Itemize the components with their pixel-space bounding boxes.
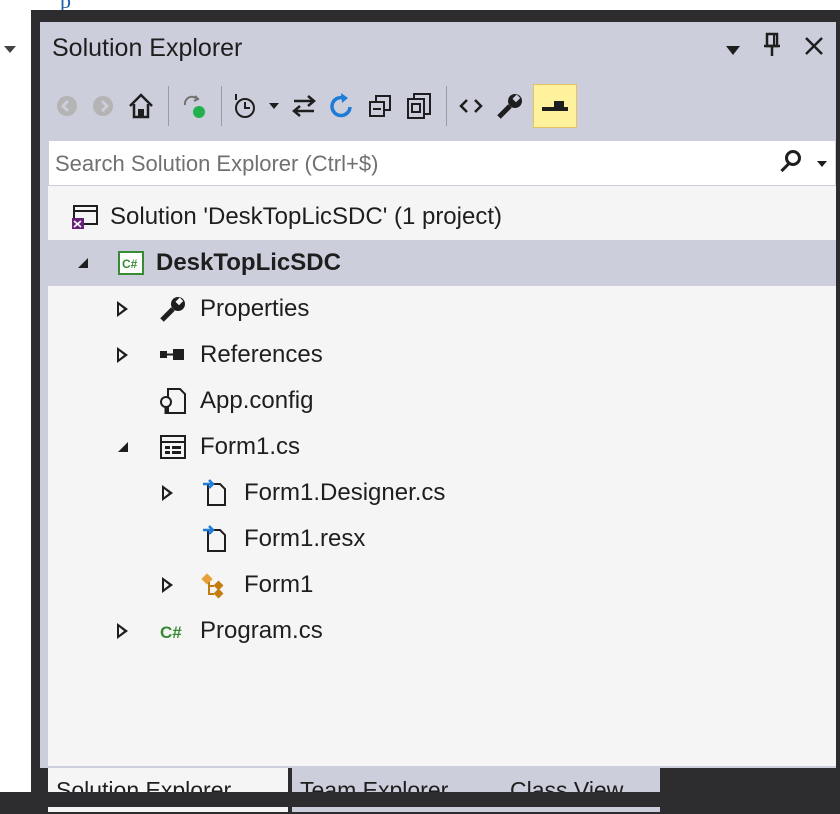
tree-item-label: Form1 (244, 571, 314, 598)
switch-views-icon[interactable] (177, 85, 211, 127)
collapsed-arrow-icon[interactable] (158, 575, 178, 595)
tree-item-app-config[interactable]: App.config (48, 378, 836, 424)
close-icon[interactable] (804, 35, 824, 63)
window-position-dropdown-icon[interactable] (726, 46, 740, 55)
search-input[interactable]: Search Solution Explorer (Ctrl+$) (48, 140, 836, 186)
dependent-file-icon (200, 524, 230, 554)
title-icons (726, 32, 824, 65)
tree-item-label: Form1.cs (200, 433, 301, 460)
references-icon (158, 340, 188, 370)
collapsed-arrow-icon[interactable] (113, 345, 133, 365)
wrench-icon (158, 294, 188, 324)
dropdown-arrow-icon[interactable] (4, 46, 16, 53)
tree-item-form1-cs[interactable]: Form1.cs (48, 424, 836, 470)
tree-item-label: DeskTopLicSDC (156, 249, 341, 276)
show-all-files-icon[interactable] (402, 85, 436, 127)
view-code-icon[interactable] (455, 85, 487, 127)
home-icon[interactable] (124, 85, 158, 127)
form-icon (158, 432, 188, 462)
top-strip: p (0, 0, 840, 10)
solution-tree: Solution 'DeskTopLicSDC' (1 project) C# … (48, 186, 836, 766)
edge-bar (31, 10, 40, 807)
collapsed-arrow-icon[interactable] (113, 299, 133, 319)
tree-item-solution[interactable]: Solution 'DeskTopLicSDC' (1 project) (48, 194, 836, 240)
config-file-icon (158, 386, 188, 416)
dependent-file-icon (200, 478, 230, 508)
expanded-arrow-icon[interactable] (113, 437, 133, 457)
panel-title-bar: Solution Explorer (40, 22, 836, 74)
filter-dropdown-icon[interactable] (266, 85, 282, 127)
csharp-file-icon: C# (158, 616, 188, 646)
toolbar-separator (168, 86, 169, 126)
collapse-all-icon[interactable] (364, 85, 396, 127)
pin-icon[interactable] (762, 32, 782, 65)
panel-title: Solution Explorer (52, 34, 243, 62)
tree-item-label: Form1.resx (244, 525, 366, 552)
bottom-tabs: Solution Explorer Team Explorer Class Vi… (40, 768, 836, 814)
tree-item-form1-class[interactable]: Form1 (48, 562, 836, 608)
collapsed-arrow-icon[interactable] (158, 483, 178, 503)
tree-item-form1-designer[interactable]: Form1.Designer.cs (48, 470, 836, 516)
tree-item-label: Program.cs (200, 617, 323, 644)
bottom-edge (0, 792, 840, 807)
search-icon[interactable] (785, 150, 801, 166)
tree-item-label: Properties (200, 295, 310, 322)
toolbar-separator (221, 86, 222, 126)
class-icon (200, 570, 230, 600)
forward-icon[interactable] (88, 85, 118, 127)
refresh-icon[interactable] (326, 85, 358, 127)
svg-text:C#: C# (122, 257, 138, 271)
tree-item-form1-resx[interactable]: Form1.resx (48, 516, 836, 562)
sync-with-active-document-icon[interactable] (288, 85, 320, 127)
properties-wrench-icon[interactable] (493, 85, 527, 127)
collapsed-arrow-icon[interactable] (113, 621, 133, 641)
tree-item-label: App.config (200, 387, 314, 414)
expanded-arrow-icon[interactable] (73, 253, 93, 273)
csharp-project-icon: C# (116, 248, 146, 278)
pending-changes-filter-icon[interactable] (230, 85, 260, 127)
toolbar-separator (446, 86, 447, 126)
svg-text:C#: C# (160, 623, 182, 642)
solution-icon (70, 202, 100, 232)
tree-item-properties[interactable]: Properties (48, 286, 836, 332)
toolbar (40, 74, 836, 138)
search-placeholder: Search Solution Explorer (Ctrl+$) (55, 151, 379, 176)
tree-item-project[interactable]: C# DeskTopLicSDC (48, 240, 836, 286)
tree-item-label: Solution 'DeskTopLicSDC' (1 project) (110, 203, 502, 230)
tree-item-label: References (200, 341, 323, 368)
tree-item-label: Form1.Designer.cs (244, 479, 446, 506)
preview-selected-items-icon[interactable] (533, 84, 577, 128)
editor-edge-pane (0, 10, 31, 807)
solution-explorer-panel: Solution Explorer Search Solution Explor… (40, 22, 836, 814)
search-options-dropdown-icon[interactable] (817, 161, 827, 167)
back-icon[interactable] (52, 85, 82, 127)
tree-item-references[interactable]: References (48, 332, 836, 378)
tree-item-program-cs[interactable]: C# Program.cs (48, 608, 836, 654)
